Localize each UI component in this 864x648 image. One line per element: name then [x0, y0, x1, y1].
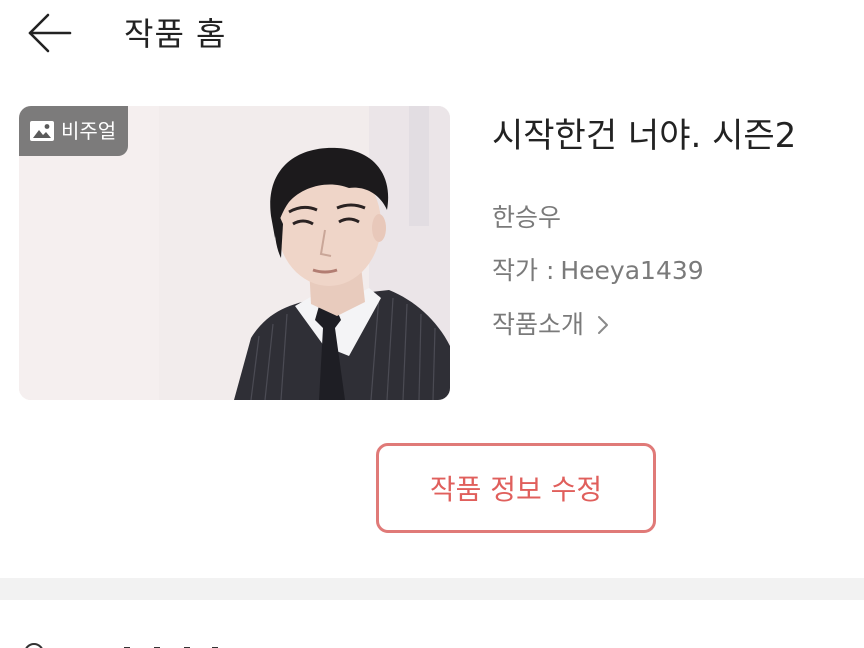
app-header: 작품 홈 — [0, 0, 864, 72]
section-divider — [0, 578, 864, 600]
badge-label: 비주얼 — [61, 119, 117, 143]
image-icon — [30, 121, 54, 141]
visual-badge: 비주얼 — [19, 106, 129, 156]
arrow-left-icon — [28, 13, 72, 53]
character-name: 한승우 — [492, 203, 562, 232]
work-cover-image[interactable]: 비주얼 — [19, 106, 450, 400]
next-section-peek — [24, 636, 244, 648]
work-home-screen: 작품 홈 비주얼 시작한건 너야. 시즌2 한승우 작가: Heeya1439… — [0, 0, 864, 648]
author-label: 작가 : — [492, 256, 555, 285]
intro-label: 작품소개 — [492, 310, 585, 339]
chevron-right-icon — [598, 316, 609, 334]
page-title: 작품 홈 — [124, 15, 227, 53]
edit-work-info-button[interactable]: 작품 정보 수정 — [376, 443, 656, 533]
author-name[interactable]: Heeya1439 — [560, 253, 703, 289]
author-row: 작가 : Heeya1439 — [492, 253, 704, 289]
work-intro-link[interactable]: 작품소개 — [492, 307, 610, 343]
work-title: 시작한건 너야. 시즌2 — [492, 116, 797, 156]
back-button[interactable] — [22, 8, 78, 60]
